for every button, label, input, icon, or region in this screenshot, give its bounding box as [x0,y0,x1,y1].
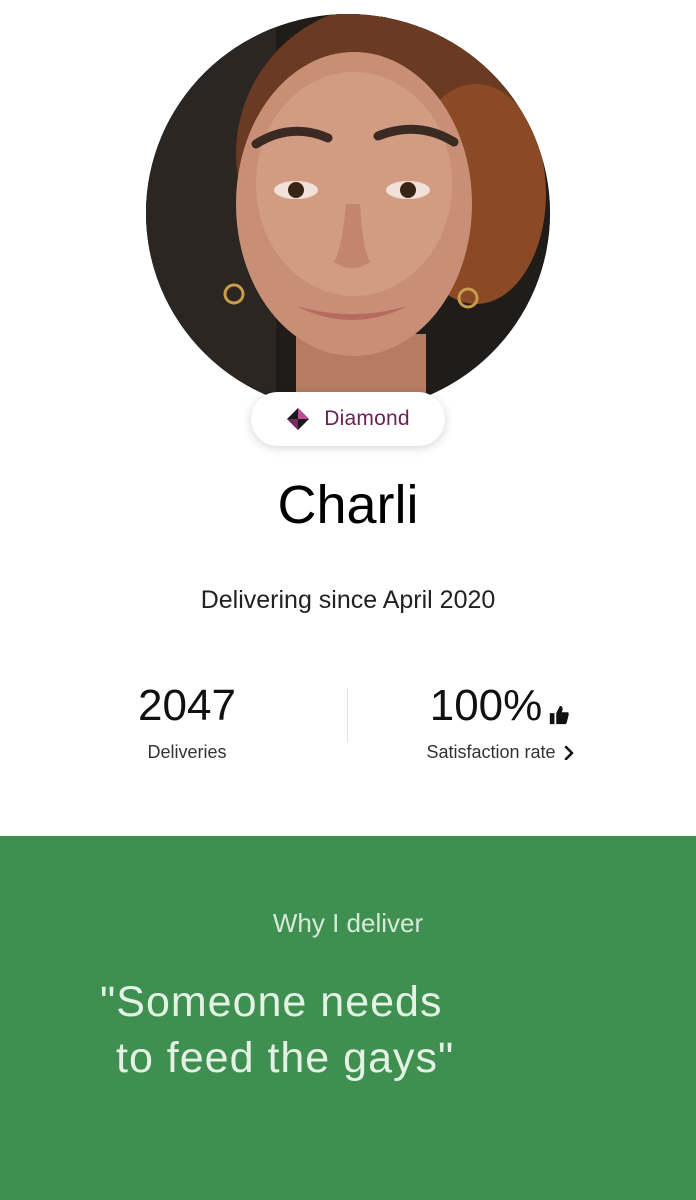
satisfaction-label-row[interactable]: Satisfaction rate [400,742,600,763]
avatar [146,14,550,412]
quote-line-2: to feed the gays" [116,1034,455,1082]
thumbs-up-icon [550,705,569,725]
diamond-icon [287,408,310,430]
deliveries-value: 2047 [138,681,236,730]
satisfaction-label: Satisfaction rate [426,742,556,762]
profile-header: Diamond Charli Delivering since April 20… [0,0,696,836]
chevron-right-icon [564,745,573,760]
deliveries-label-text: Deliveries [147,742,227,762]
why-i-deliver-section: Why I deliver "Someone needs to feed the… [0,836,696,1200]
courier-name: Charli [277,475,419,535]
satisfaction-stat[interactable]: 100% Satisfaction rate [400,680,600,763]
why-heading: Why I deliver [272,908,424,938]
satisfaction-value-row: 100% [430,680,571,732]
deliveries-label: Deliveries [92,742,282,763]
badge-label: Diamond [324,407,410,430]
delivering-since: Delivering since April 2020 [200,586,496,614]
why-quote: "Someone needs to feed the gays" [100,974,620,1086]
satisfaction-value: 100% [429,681,543,730]
stats-divider [347,688,348,742]
courier-profile-page: Diamond Charli Delivering since April 20… [0,0,696,1200]
quote-line-1: "Someone needs [100,978,443,1026]
deliveries-stat: 2047 Deliveries [92,680,282,763]
tier-badge: Diamond [251,392,445,446]
